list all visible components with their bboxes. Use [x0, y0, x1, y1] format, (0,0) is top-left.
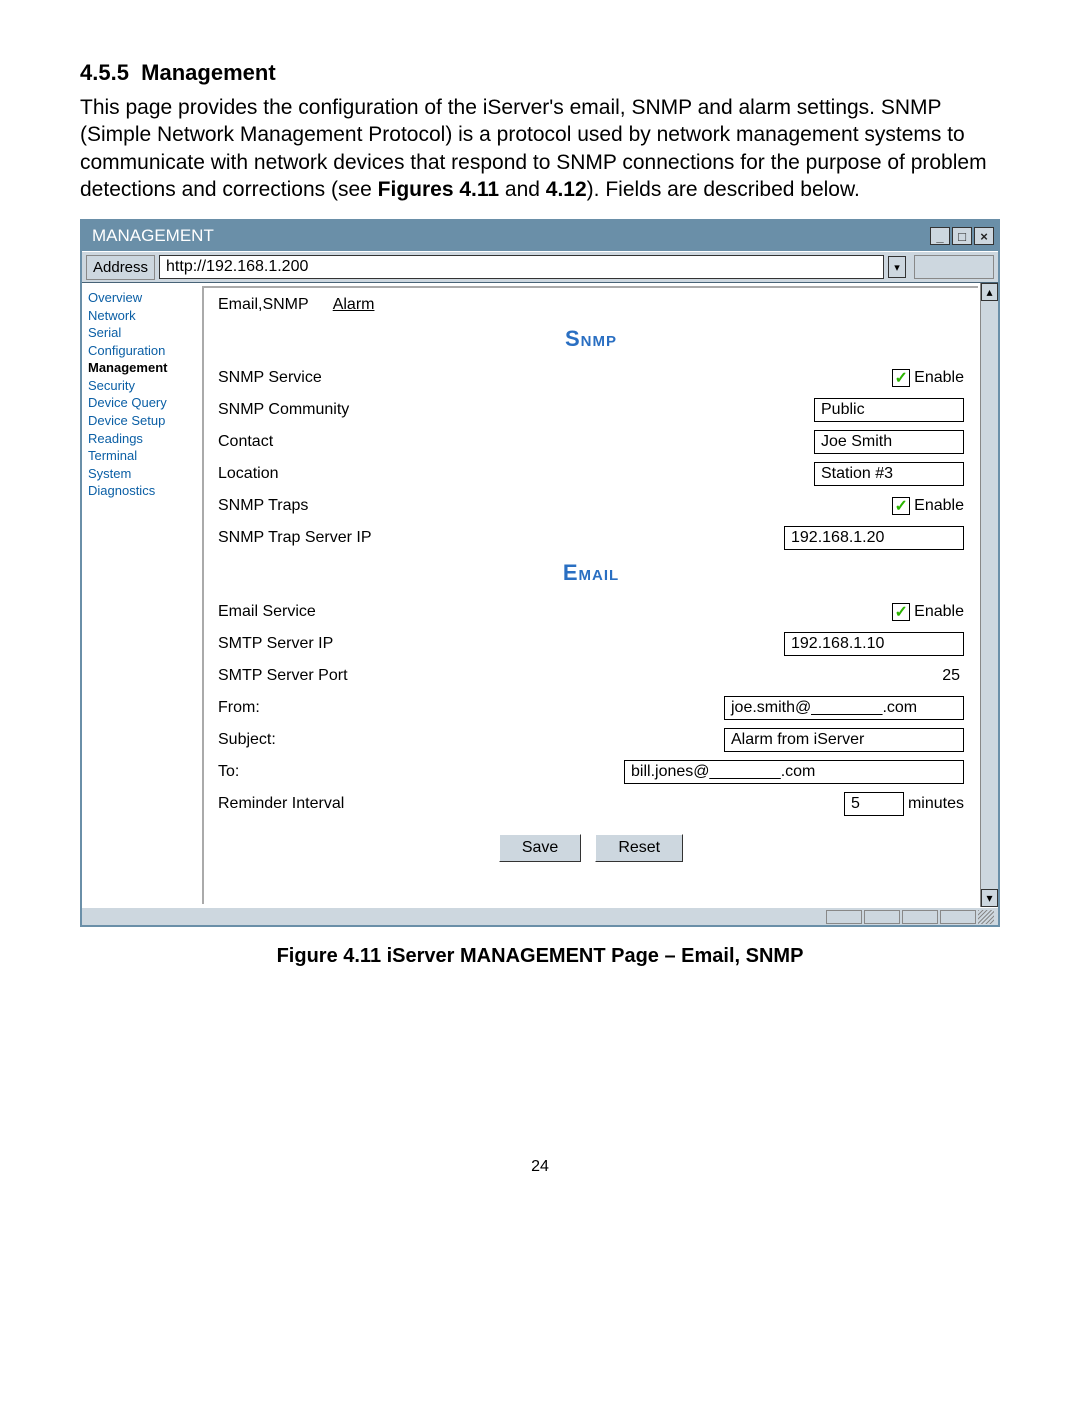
doc-paragraph: This page provides the configuration of … — [80, 94, 1000, 203]
row-email-from: From: joe.smith@________.com — [218, 692, 964, 724]
snmp-heading: Snmp — [218, 326, 964, 352]
snmp-traps-checkbox[interactable]: ✓ — [892, 497, 910, 515]
tabs: Email,SNMP Alarm — [218, 288, 964, 320]
sidebar-item-device-setup[interactable]: Device Setup — [88, 412, 196, 430]
row-snmp-community: SNMP Community Public — [218, 394, 964, 426]
to-input[interactable]: bill.jones@________.com — [624, 760, 964, 784]
snmp-service-checkbox[interactable]: ✓ — [892, 369, 910, 387]
to-label: To: — [218, 763, 239, 781]
window-resizer-icon[interactable] — [978, 910, 994, 924]
sidebar-item-device-query[interactable]: Device Query — [88, 394, 196, 412]
sidebar-item-serial[interactable]: Serial — [88, 324, 196, 342]
sidebar-item-readings[interactable]: Readings — [88, 430, 196, 448]
scroll-up-icon[interactable]: ▴ — [981, 283, 998, 301]
sidebar-item-configuration[interactable]: Configuration — [88, 342, 196, 360]
from-input[interactable]: joe.smith@________.com — [724, 696, 964, 720]
browser-window: MANAGEMENT _ □ × Address http://192.168.… — [80, 219, 1000, 927]
snmp-community-input[interactable]: Public — [814, 398, 964, 422]
email-service-label: Email Service — [218, 603, 316, 621]
row-snmp-service: SNMP Service ✓ Enable — [218, 362, 964, 394]
status-box — [940, 910, 976, 924]
email-heading: Email — [218, 560, 964, 586]
maximize-button[interactable]: □ — [952, 227, 972, 245]
status-box — [864, 910, 900, 924]
save-button[interactable]: Save — [499, 834, 581, 862]
row-snmp-contact: Contact Joe Smith — [218, 426, 964, 458]
address-dropdown-icon[interactable]: ▾ — [888, 256, 906, 278]
snmp-community-label: SNMP Community — [218, 401, 349, 419]
sidebar: Overview Network Serial Configuration Ma… — [82, 283, 202, 907]
snmp-trap-server-input[interactable]: 192.168.1.20 — [784, 526, 964, 550]
reminder-input[interactable]: 5 — [844, 792, 904, 816]
window-title: MANAGEMENT — [92, 226, 214, 246]
button-row: Save Reset — [218, 834, 964, 862]
minimize-button[interactable]: _ — [930, 227, 950, 245]
email-service-checkbox[interactable]: ✓ — [892, 603, 910, 621]
snmp-location-label: Location — [218, 465, 279, 483]
snmp-contact-input[interactable]: Joe Smith — [814, 430, 964, 454]
subject-label: Subject: — [218, 731, 276, 749]
row-smtp-port: SMTP Server Port 25 — [218, 660, 964, 692]
snmp-service-enable-text: Enable — [914, 369, 964, 387]
smtp-port-label: SMTP Server Port — [218, 667, 348, 685]
smtp-ip-input[interactable]: 192.168.1.10 — [784, 632, 964, 656]
reset-button[interactable]: Reset — [595, 834, 683, 862]
row-email-to: To: bill.jones@________.com — [218, 756, 964, 788]
snmp-location-input[interactable]: Station #3 — [814, 462, 964, 486]
status-box — [826, 910, 862, 924]
snmp-traps-enable-text: Enable — [914, 497, 964, 515]
sidebar-item-system[interactable]: System — [88, 465, 196, 483]
status-bar — [82, 907, 998, 925]
sidebar-item-network[interactable]: Network — [88, 307, 196, 325]
sidebar-item-management[interactable]: Management — [88, 359, 196, 377]
sidebar-item-overview[interactable]: Overview — [88, 289, 196, 307]
row-email-subject: Subject: Alarm from iServer — [218, 724, 964, 756]
tab-email-snmp[interactable]: Email,SNMP — [218, 296, 309, 314]
figure-caption: Figure 4.11 iServer MANAGEMENT Page – Em… — [80, 945, 1000, 968]
row-snmp-trap-server: SNMP Trap Server IP 192.168.1.20 — [218, 522, 964, 554]
smtp-ip-label: SMTP Server IP — [218, 635, 333, 653]
window-titlebar: MANAGEMENT _ □ × — [82, 221, 998, 251]
doc-section-heading: 4.5.5 Management — [80, 60, 1000, 86]
snmp-service-label: SNMP Service — [218, 369, 322, 387]
address-input[interactable]: http://192.168.1.200 — [159, 255, 884, 279]
sidebar-item-security[interactable]: Security — [88, 377, 196, 395]
address-label: Address — [86, 255, 155, 280]
from-label: From: — [218, 699, 260, 717]
vertical-scrollbar[interactable]: ▴ ▾ — [980, 283, 998, 907]
row-snmp-traps: SNMP Traps ✓ Enable — [218, 490, 964, 522]
email-service-enable-text: Enable — [914, 603, 964, 621]
row-smtp-ip: SMTP Server IP 192.168.1.10 — [218, 628, 964, 660]
form-area: Email,SNMP Alarm Snmp SNMP Service ✓ Ena… — [202, 286, 978, 904]
snmp-trap-server-label: SNMP Trap Server IP — [218, 529, 372, 547]
reminder-unit: minutes — [908, 795, 964, 813]
smtp-port-value: 25 — [942, 667, 964, 685]
window-body: Overview Network Serial Configuration Ma… — [82, 283, 998, 907]
page-number: 24 — [80, 1158, 1000, 1176]
row-snmp-location: Location Station #3 — [218, 458, 964, 490]
address-bar: Address http://192.168.1.200 ▾ — [82, 251, 998, 283]
row-reminder-interval: Reminder Interval 5 minutes — [218, 788, 964, 820]
subject-input[interactable]: Alarm from iServer — [724, 728, 964, 752]
window-controls: _ □ × — [930, 227, 994, 245]
sidebar-item-terminal[interactable]: Terminal — [88, 447, 196, 465]
row-email-service: Email Service ✓ Enable — [218, 596, 964, 628]
tab-alarm[interactable]: Alarm — [333, 296, 375, 314]
status-box — [902, 910, 938, 924]
snmp-traps-label: SNMP Traps — [218, 497, 308, 515]
sidebar-item-diagnostics[interactable]: Diagnostics — [88, 482, 196, 500]
reminder-label: Reminder Interval — [218, 795, 344, 813]
close-button[interactable]: × — [974, 227, 994, 245]
address-toolbar-spacer — [914, 255, 994, 279]
snmp-contact-label: Contact — [218, 433, 273, 451]
scroll-down-icon[interactable]: ▾ — [981, 889, 998, 907]
